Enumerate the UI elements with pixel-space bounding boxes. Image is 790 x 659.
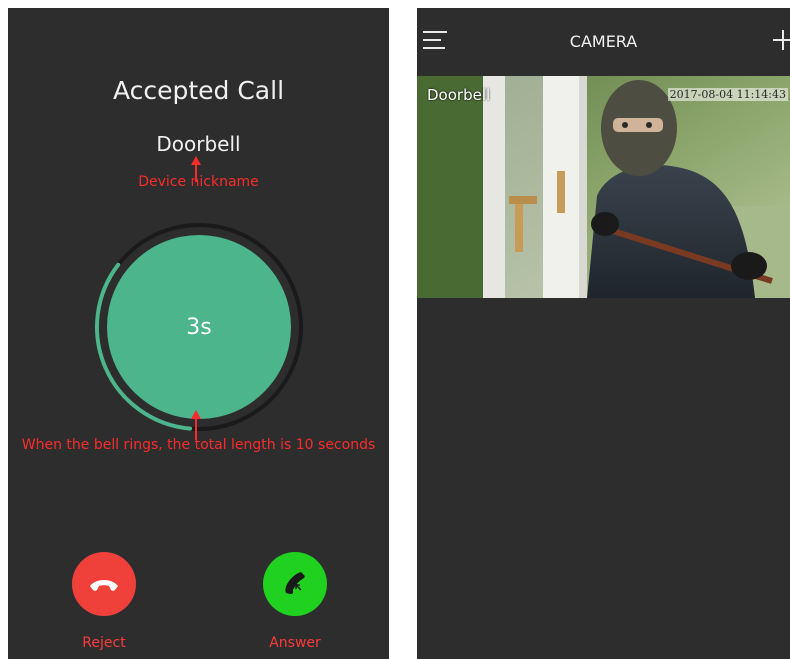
plus-icon[interactable] [771,28,790,52]
timer-arrow-icon [191,410,201,440]
camera-feed-name: Doorbell [427,86,491,104]
reject-label: Reject [82,635,126,651]
nickname-annotation: Device nickname [138,174,259,190]
phone-hangup-icon [90,580,118,591]
answer-label: Answer [269,635,321,651]
camera-screen: CAMERA Doorbell 2017-08-04 11:14:43 [417,8,790,659]
answer-button[interactable] [263,552,327,616]
camera-header: CAMERA [417,8,790,76]
ring-timer: 3s [94,222,304,432]
camera-feed-timestamp: 2017-08-04 11:14:43 [667,88,788,101]
device-nickname: Doorbell [156,132,241,156]
call-title: Accepted Call [112,76,285,105]
phone-answer-icon [285,572,305,594]
camera-feed-thumbnail[interactable]: Doorbell 2017-08-04 11:14:43 [417,76,790,298]
call-screen: Accepted Call Doorbell Device nickname 3… [8,8,389,659]
ring-duration-annotation: When the bell rings, the total length is… [21,437,376,453]
timer-countdown: 3s [186,314,212,340]
reject-button[interactable] [72,552,136,616]
page-title: CAMERA [569,32,638,51]
camera-snapshot-image [417,76,790,298]
